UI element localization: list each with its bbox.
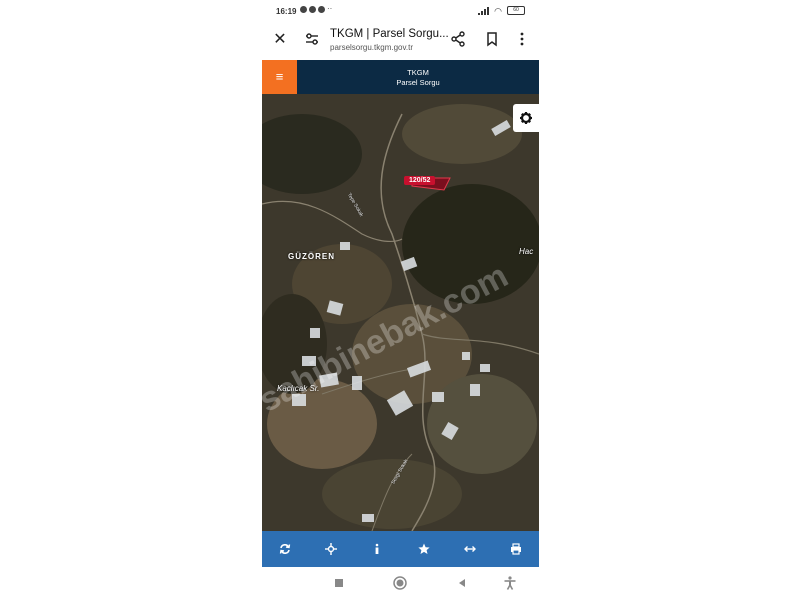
refresh-icon — [279, 544, 291, 554]
star-icon — [417, 543, 430, 554]
print-icon — [510, 543, 521, 555]
site-title-line1: TKGM — [407, 68, 429, 77]
browser-toolbar: ✕ TKGM | Parsel Sorgu... parselsorgu.tkg… — [262, 24, 539, 60]
place-label-hac: Hac — [519, 247, 534, 256]
status-indicators: ◠ 60 — [478, 6, 525, 15]
recent-apps-icon[interactable] — [332, 576, 346, 590]
home-icon[interactable] — [393, 576, 407, 590]
phone-screen: 16:19 ·· ◠ 60 ✕ TKGM | Parsel Sorgu... p… — [262, 0, 539, 600]
telegram-icon — [309, 6, 316, 13]
system-navigation-bar — [262, 567, 539, 600]
parcel-label[interactable]: 120/52 — [404, 176, 436, 185]
accessibility-icon[interactable] — [503, 576, 517, 590]
refresh-button[interactable] — [262, 531, 308, 567]
more-options-icon[interactable] — [516, 31, 528, 47]
status-bar: 16:19 ·· ◠ 60 — [262, 0, 539, 24]
favorite-button[interactable] — [401, 531, 447, 567]
signal-icon — [478, 6, 490, 15]
locate-button[interactable] — [308, 531, 354, 567]
wifi-icon: ◠ — [494, 5, 502, 16]
place-label-kaclicak: Kaclıcak Sr. — [277, 384, 320, 393]
page-url[interactable]: parselsorgu.tkgm.gov.tr — [330, 43, 413, 52]
facebook-icon — [318, 6, 325, 13]
share-icon[interactable] — [450, 31, 466, 47]
satellite-map[interactable]: sahibinebak.com GÜZÖREN Hac Kaclıcak Sr.… — [262, 94, 539, 531]
locate-icon — [325, 543, 338, 555]
page-title: TKGM | Parsel Sorgu... — [330, 28, 449, 40]
facebook-icon — [300, 6, 307, 13]
print-button[interactable] — [493, 531, 539, 567]
site-title-line2: Parsel Sorgu — [396, 78, 440, 87]
notification-icons: ·· — [300, 4, 337, 13]
gear-icon — [520, 112, 532, 124]
hamburger-menu-icon[interactable]: ≡ — [262, 60, 297, 94]
battery-icon: 60 — [507, 6, 525, 15]
map-settings-button[interactable] — [513, 104, 539, 132]
site-settings-icon[interactable] — [304, 31, 320, 47]
site-title: TKGM Parsel Sorgu — [297, 68, 539, 88]
back-icon[interactable] — [455, 576, 469, 590]
status-time: 16:19 — [276, 7, 297, 16]
map-toolbar — [262, 531, 539, 567]
bookmark-icon[interactable] — [485, 31, 499, 47]
site-header: ≡ TKGM Parsel Sorgu — [262, 60, 539, 94]
measure-button[interactable] — [447, 531, 493, 567]
info-button[interactable] — [354, 531, 400, 567]
more-notifications-icon: ·· — [327, 4, 333, 13]
close-icon[interactable]: ✕ — [270, 30, 290, 50]
info-icon — [376, 543, 379, 554]
place-label-guzoren: GÜZÖREN — [288, 252, 335, 261]
measure-icon — [463, 546, 476, 552]
